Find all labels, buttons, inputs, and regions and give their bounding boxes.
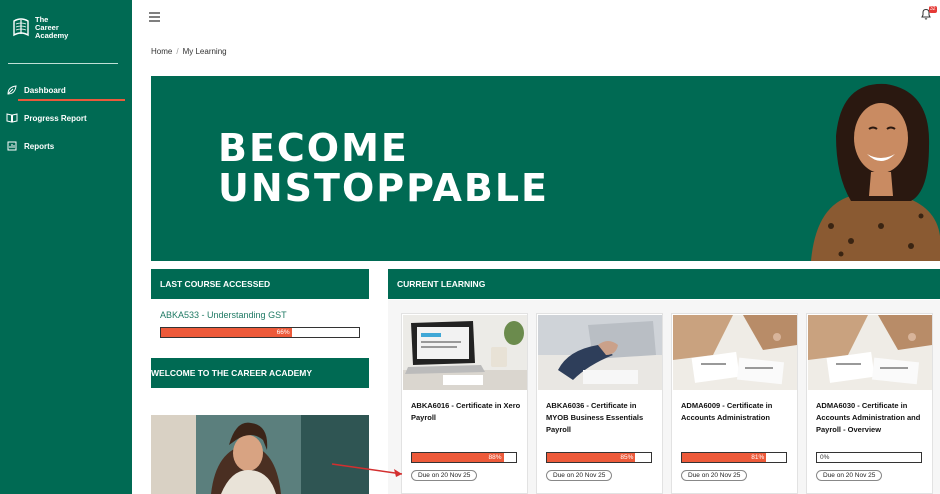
due-date-badge: Due on 20 Nov 25 — [681, 470, 748, 481]
breadcrumb: Home / My Learning — [151, 47, 227, 56]
course-card[interactable]: ABKA6016 - Certificate in Xero Payroll 8… — [401, 313, 528, 494]
sidebar: The Career Academy Dashboard Progress Re… — [0, 0, 132, 494]
progress-label: 85% — [620, 454, 634, 461]
welcome-header: WELCOME TO THE CAREER ACADEMY — [151, 358, 369, 388]
sidebar-item-progress-report[interactable]: Progress Report — [6, 111, 87, 125]
course-title[interactable]: ADMA6009 - Certificate in Accounts Admin… — [681, 400, 793, 424]
hero-banner: BECOME UNSTOPPABLE — [151, 76, 940, 261]
course-card[interactable]: ADMA6009 - Certificate in Accounts Admin… — [671, 313, 798, 494]
course-card[interactable]: ADMA6030 - Certificate in Accounts Admin… — [806, 313, 933, 494]
brand-name: The Career Academy — [35, 15, 69, 40]
course-image — [538, 315, 662, 390]
due-date-badge: Due on 20 Nov 25 — [411, 470, 478, 481]
hero-photo — [791, 76, 940, 261]
annotation-arrow — [331, 463, 403, 477]
sidebar-item-label: Progress Report — [24, 113, 87, 123]
course-image — [808, 315, 932, 390]
progress-label: 66% — [276, 329, 290, 336]
course-progress-bar: 81% — [681, 452, 787, 463]
course-progress-bar: 88% — [411, 452, 517, 463]
progress-fill: 81% — [682, 453, 767, 462]
welcome-photo — [151, 415, 369, 494]
sidebar-item-dashboard[interactable]: Dashboard — [6, 83, 66, 97]
course-image — [673, 315, 797, 390]
brand-logo[interactable]: The Career Academy — [12, 16, 68, 40]
breadcrumb-separator: / — [176, 47, 179, 56]
last-course-link[interactable]: ABKA533 - Understanding GST — [160, 310, 287, 320]
active-indicator — [18, 99, 125, 101]
book-logo-icon — [13, 18, 29, 37]
sidebar-item-reports[interactable]: Reports — [6, 139, 54, 153]
hero-headline: BECOME UNSTOPPABLE — [218, 126, 550, 210]
course-title[interactable]: ABKA6036 - Certificate in MYOB Business … — [546, 400, 658, 436]
hamburger-icon[interactable] — [149, 9, 160, 27]
current-learning-header: CURRENT LEARNING — [388, 269, 940, 299]
progress-label: 88% — [488, 454, 502, 461]
progress-fill: 88% — [412, 453, 504, 462]
breadcrumb-home[interactable]: Home — [151, 47, 172, 56]
sidebar-item-label: Dashboard — [24, 85, 66, 95]
sidebar-item-label: Reports — [24, 141, 55, 151]
progress-fill: 66% — [161, 328, 292, 337]
breadcrumb-current: My Learning — [182, 47, 227, 56]
notification-badge: 32 — [929, 6, 937, 13]
course-title[interactable]: ABKA6016 - Certificate in Xero Payroll — [411, 400, 523, 424]
course-progress-bar: 0% — [816, 452, 922, 463]
course-card[interactable]: ABKA6036 - Certificate in MYOB Business … — [536, 313, 663, 494]
chart-icon — [6, 140, 18, 152]
sidebar-divider — [8, 63, 118, 64]
course-title[interactable]: ADMA6030 - Certificate in Accounts Admin… — [816, 400, 928, 436]
last-course-header: LAST COURSE ACCESSED — [151, 269, 369, 299]
last-course-progress-bar: 66% — [160, 327, 360, 338]
progress-label: 0% — [820, 454, 830, 461]
progress-fill: 85% — [547, 453, 636, 462]
due-date-badge: Due on 20 Nov 25 — [546, 470, 613, 481]
book-icon — [6, 112, 18, 124]
due-date-badge: Due on 20 Nov 25 — [816, 470, 883, 481]
progress-label: 81% — [751, 454, 765, 461]
course-image — [403, 315, 527, 390]
course-progress-bar: 85% — [546, 452, 652, 463]
leaf-icon — [6, 84, 18, 96]
